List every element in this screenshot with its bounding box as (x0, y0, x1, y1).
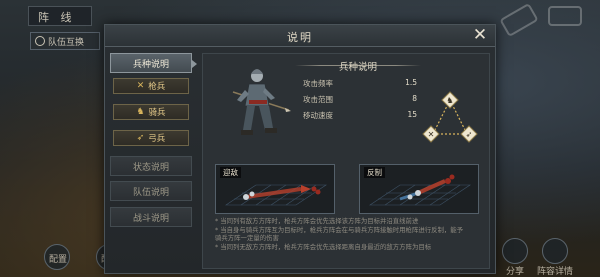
tab-unit-types[interactable]: 兵种说明 (110, 53, 197, 73)
tab-team[interactable]: 队伍说明 (110, 181, 192, 201)
horse-icon: ♞ (136, 107, 145, 117)
tab-battle[interactable]: 战斗说明 (110, 207, 192, 227)
formation-detail-button[interactable] (542, 238, 568, 264)
team-swap-label: 队伍互换 (48, 37, 85, 48)
stat-label: 攻击频率 (303, 79, 333, 88)
stat-value: 15 (407, 110, 417, 119)
bow-icon: ➶ (136, 133, 145, 143)
share-label: 分享 (505, 267, 524, 277)
share-button[interactable] (502, 238, 528, 264)
close-button[interactable]: ✕ (471, 27, 489, 45)
sub-tab-spearman[interactable]: ✕ 枪兵 (113, 78, 189, 94)
svg-text:➶: ➶ (466, 130, 473, 139)
counter-triangle-diagram: ♞ ✕ ➶ (422, 91, 478, 143)
explanation-dialog: 说明 ✕ 兵种说明 ✕ 枪兵 ♞ 骑兵 ➶ 弓兵 状态说明 队伍说明 战斗说明 (104, 24, 496, 274)
team-swap-button[interactable]: 队伍互换 (30, 32, 100, 50)
spear-icon: ✕ (136, 81, 145, 91)
section-title: 兵种说明 (338, 62, 377, 73)
svg-text:♞: ♞ (446, 96, 453, 105)
tab-status[interactable]: 状态说明 (110, 156, 192, 176)
stat-move-speed: 移动速度 15 (297, 110, 425, 123)
note-item: * 当同列无敌方方阵时，枪兵方阵会优先选择距离自身最近的敌方方阵为目标 (215, 242, 432, 251)
panel-counter: 反制 (359, 164, 479, 214)
notes-list: * 当同列有敌方方阵时，枪兵方阵会优先选择该方阵为目标并沿直线前进 * 当自身与… (215, 217, 485, 251)
swap-icon (35, 36, 45, 46)
sub-tab-cavalry[interactable]: ♞ 骑兵 (113, 104, 189, 120)
sub-tab-archer[interactable]: ➶ 弓兵 (113, 130, 189, 146)
spearman-illustration (232, 69, 291, 135)
sub-tab-label: 骑兵 (148, 108, 166, 118)
stat-label: 攻击范围 (303, 95, 333, 104)
note-item: 骑兵方阵一定量的伤害 (215, 234, 279, 242)
formation-title: 阵 线 (38, 11, 76, 24)
dialog-title: 说明 (287, 31, 313, 44)
sub-tab-label: 弓兵 (148, 134, 166, 144)
note-item: * 当同列有敌方方阵时，枪兵方阵会优先选择该方阵为目标并沿直线前进 (215, 217, 419, 225)
stat-attack-range: 攻击范围 8 (297, 94, 425, 107)
sub-tab-label: 枪兵 (148, 82, 166, 92)
svg-text:✕: ✕ (428, 130, 435, 139)
dialog-header: 说明 ✕ (105, 25, 495, 47)
stat-attack-rate: 攻击频率 1.5 (297, 78, 425, 91)
panel-engage: 迎敌 (215, 164, 335, 214)
note-item: * 当自身与骑兵方阵互为目标时，枪兵方阵会在与骑兵方阵接触时用枪阵进行反制，能予 (215, 225, 464, 234)
content-panel: 兵种说明 攻击频率 1.5 攻击范围 8 移动速度 15 ♞ ✕ ➶ 迎敌 反制… (202, 53, 490, 269)
config-label-1: 配置 (48, 255, 67, 265)
panel-counter-label: 反制 (364, 167, 385, 178)
panel-engage-label: 迎敌 (220, 167, 241, 178)
formation-detail-label: 阵容详情 (536, 267, 573, 277)
stat-value: 1.5 (405, 78, 417, 87)
return-icon[interactable] (548, 6, 582, 26)
stat-label: 移动速度 (303, 111, 333, 120)
